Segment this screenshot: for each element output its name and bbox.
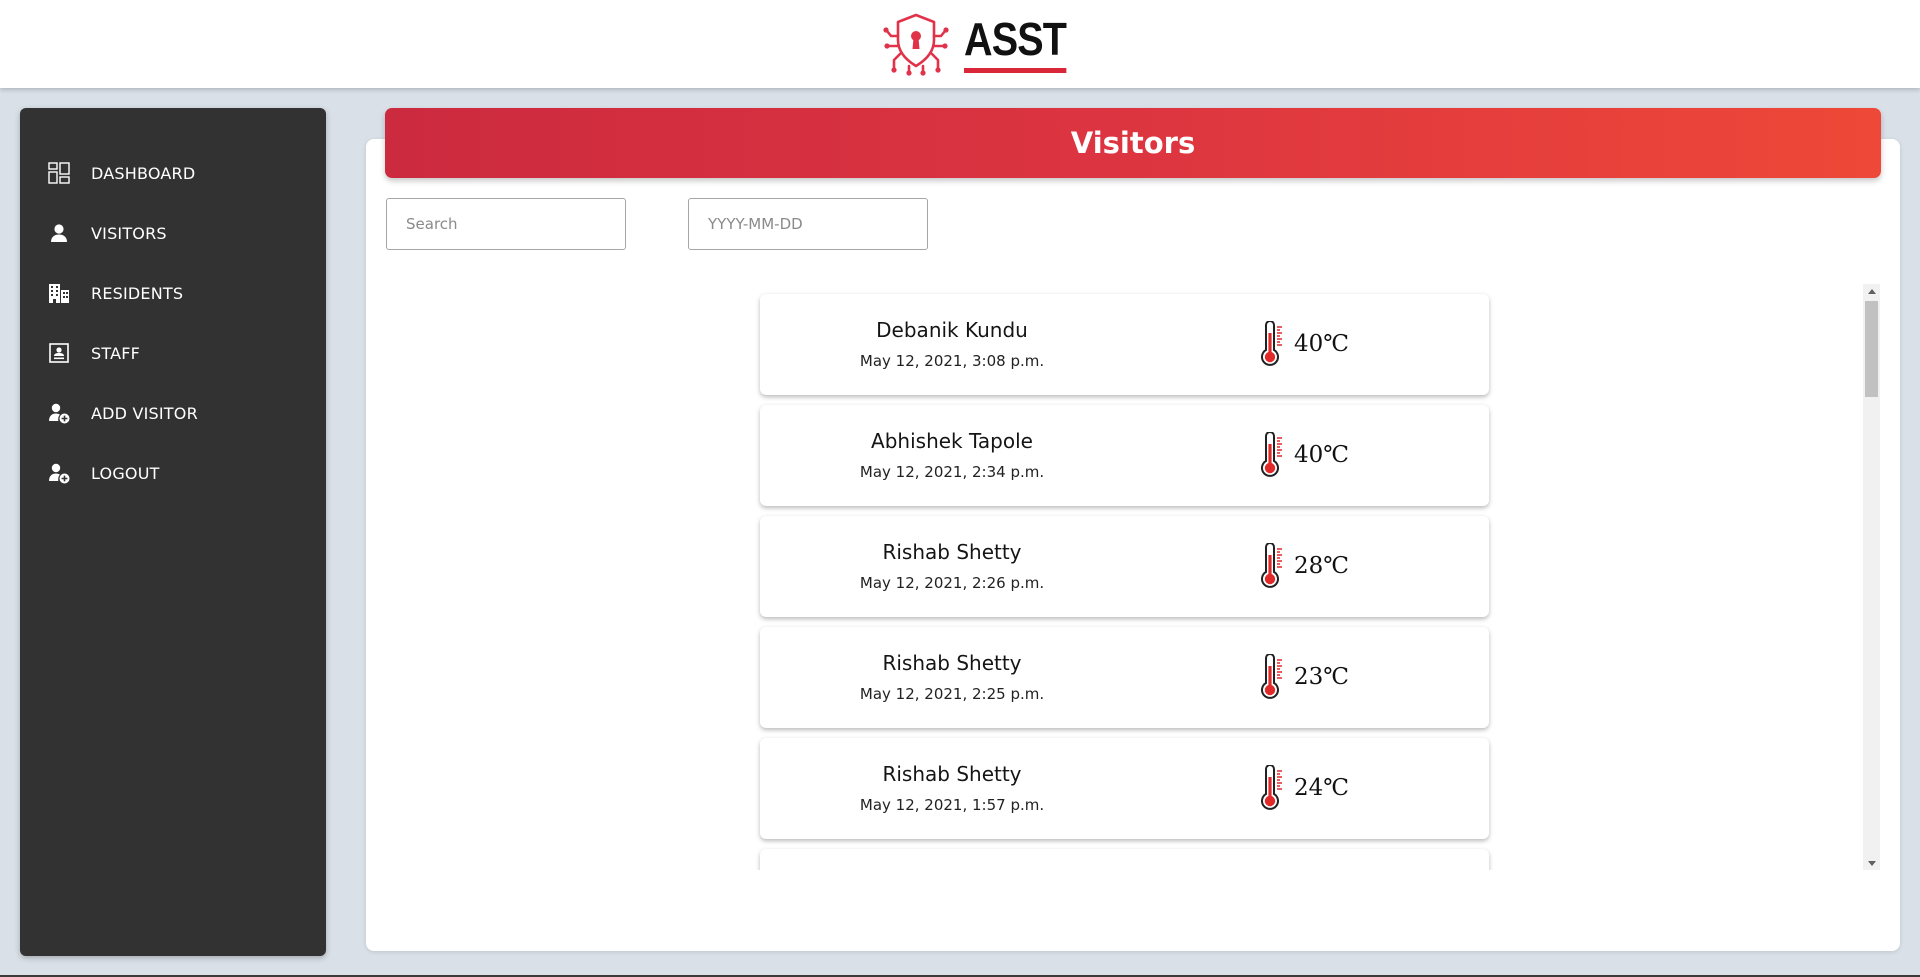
page-title: Visitors: [385, 108, 1881, 178]
visitor-time: May 12, 2021, 2:25 p.m.: [859, 684, 1045, 703]
thermometer-icon: [1261, 543, 1282, 588]
temperature-reading: 23℃: [1256, 654, 1349, 700]
brand-name: ASST: [963, 16, 1067, 73]
visitor-name: Debanik Kundu: [876, 317, 1028, 342]
visitor-name: Abhishek Tapole: [871, 428, 1033, 453]
temperature-reading: 40℃: [1256, 432, 1349, 478]
shield-keyhole-circuit-icon: [883, 13, 949, 76]
id-card-icon: [48, 342, 70, 364]
visitor-list[interactable]: Debanik Kundu May 12, 2021, 3:08 p.m. 40…: [740, 284, 1510, 870]
temperature-reading: 24℃: [1256, 765, 1349, 811]
visitor-name: Rishab Shetty: [882, 761, 1022, 786]
sidebar-item-residents[interactable]: RESIDENTS: [20, 263, 326, 323]
add-user-icon: [48, 402, 70, 424]
building-icon: [48, 282, 70, 304]
visitor-name: Rishab Shetty: [882, 650, 1022, 675]
temperature-reading: 28℃: [1256, 543, 1349, 589]
visitor-card[interactable]: Debanik Kundu May 12, 2021, 3:08 p.m. 40…: [760, 294, 1489, 395]
temperature-reading: 40℃: [1256, 321, 1349, 367]
sidebar-item-label: DASHBOARD: [91, 163, 196, 183]
visitor-card[interactable]: Abhishek Tapole May 12, 2021, 2:34 p.m. …: [760, 405, 1489, 506]
visitor-info: Abhishek Tapole May 12, 2021, 2:34 p.m.: [760, 405, 1144, 506]
person-icon: [48, 222, 70, 244]
date-filter-input[interactable]: [688, 198, 928, 250]
user-logout-icon: [48, 462, 70, 484]
dashboard-icon: [48, 162, 70, 184]
visitor-card[interactable]: Rishab Shetty May 12, 2021, 1:57 p.m. 24…: [760, 738, 1489, 839]
thermometer-icon: [1261, 654, 1282, 699]
temperature-value: 40℃: [1294, 442, 1349, 468]
brand-logo[interactable]: ASST: [882, 12, 1083, 76]
thermometer-icon: [1261, 321, 1282, 366]
visitor-list-scrollbar[interactable]: [1863, 284, 1880, 870]
sidebar-item-visitors[interactable]: VISITORS: [20, 203, 326, 263]
sidebar: DASHBOARD VISITORS RESIDENTS STAFF ADD V…: [20, 108, 326, 956]
sidebar-item-add-visitor[interactable]: ADD VISITOR: [20, 383, 326, 443]
scroll-down-arrow-icon[interactable]: [1863, 856, 1880, 870]
sidebar-item-label: STAFF: [91, 343, 141, 363]
visitor-info: Debanik Kundu May 12, 2021, 3:08 p.m.: [760, 294, 1144, 395]
scroll-thumb[interactable]: [1865, 301, 1878, 397]
scroll-up-arrow-icon[interactable]: [1863, 284, 1880, 298]
temperature-value: 40℃: [1294, 331, 1349, 357]
temperature-value: 24℃: [1294, 775, 1349, 801]
sidebar-item-dashboard[interactable]: DASHBOARD: [20, 143, 326, 203]
sidebar-item-label: ADD VISITOR: [91, 403, 198, 423]
thermometer-icon: [1261, 765, 1282, 810]
visitor-time: May 12, 2021, 3:08 p.m.: [859, 351, 1045, 370]
thermometer-icon: [1261, 432, 1282, 477]
visitor-card[interactable]: Rishab Shetty May 12, 2021, 2:25 p.m. 23…: [760, 627, 1489, 728]
visitor-info: Rishab Shetty May 12, 2021, 2:25 p.m.: [760, 627, 1144, 728]
top-header: ASST: [0, 0, 1920, 88]
visitor-info: Rishab Shetty May 12, 2021, 2:26 p.m.: [760, 516, 1144, 617]
sidebar-item-logout[interactable]: LOGOUT: [20, 443, 326, 503]
visitor-card[interactable]: Rishab Shetty May 12, 2021, 2:26 p.m. 28…: [760, 516, 1489, 617]
visitor-time: May 12, 2021, 2:34 p.m.: [859, 462, 1045, 481]
visitor-time: May 12, 2021, 2:26 p.m.: [859, 573, 1045, 592]
temperature-value: 23℃: [1294, 664, 1349, 690]
search-input[interactable]: [386, 198, 626, 250]
visitor-info: Rishab Shetty May 12, 2021, 1:57 p.m.: [760, 738, 1144, 839]
sidebar-item-label: LOGOUT: [91, 463, 160, 483]
sidebar-item-label: RESIDENTS: [91, 283, 184, 303]
visitor-time: May 12, 2021, 1:57 p.m.: [859, 795, 1045, 814]
sidebar-item-staff[interactable]: STAFF: [20, 323, 326, 383]
sidebar-item-label: VISITORS: [91, 223, 167, 243]
temperature-value: 28℃: [1294, 553, 1349, 579]
visitor-card-partial[interactable]: [760, 849, 1489, 870]
visitor-name: Rishab Shetty: [882, 539, 1022, 564]
